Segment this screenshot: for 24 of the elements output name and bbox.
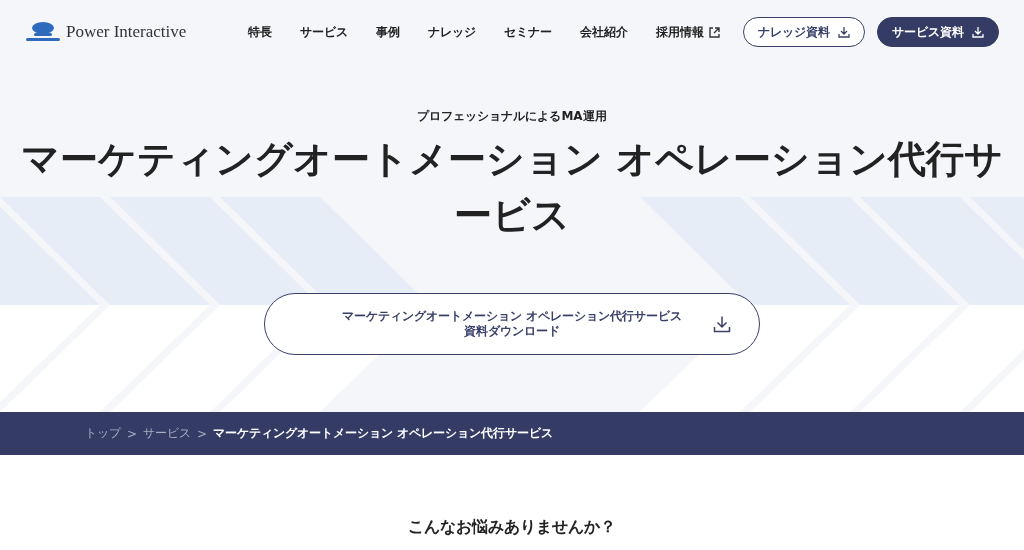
download-icon — [838, 26, 850, 38]
download-button[interactable]: サービス資料 — [877, 17, 999, 47]
logo-icon — [26, 21, 60, 43]
nav-link[interactable]: セミナー — [504, 23, 552, 41]
nav-link[interactable]: サービス — [300, 23, 348, 41]
nav-link[interactable]: 特長 — [248, 23, 272, 41]
download-icon — [713, 315, 731, 333]
download-button[interactable]: ナレッジ資料 — [743, 17, 865, 47]
breadcrumb-item: マーケティングオートメーション オペレーション代行サービス — [213, 425, 554, 442]
breadcrumb-item[interactable]: サービス — [143, 425, 192, 442]
section-heading: こんなお悩みありませんか？ — [408, 517, 616, 538]
hero-eyebrow: プロフェッショナルによるMA運用 — [417, 108, 607, 125]
external-link-icon — [709, 26, 720, 38]
breadcrumb-item[interactable]: トップ — [85, 425, 121, 442]
nav-link[interactable]: ナレッジ — [428, 23, 476, 41]
nav-link[interactable]: 事例 — [376, 23, 400, 41]
logo-text[interactable]: Power Interactive — [66, 22, 187, 42]
hero-title: マーケティングオートメーション オペレーション代行サービス — [19, 136, 1005, 239]
nav-link[interactable]: 採用情報 — [656, 23, 720, 41]
breadcrumb-separator: > — [197, 426, 208, 441]
breadcrumb-separator: > — [127, 426, 138, 441]
download-button[interactable]: マーケティングオートメーション オペレーション代行サービス 資料ダウンロード — [264, 293, 760, 355]
nav-link[interactable]: 会社紹介 — [580, 23, 628, 41]
download-icon — [972, 26, 984, 38]
